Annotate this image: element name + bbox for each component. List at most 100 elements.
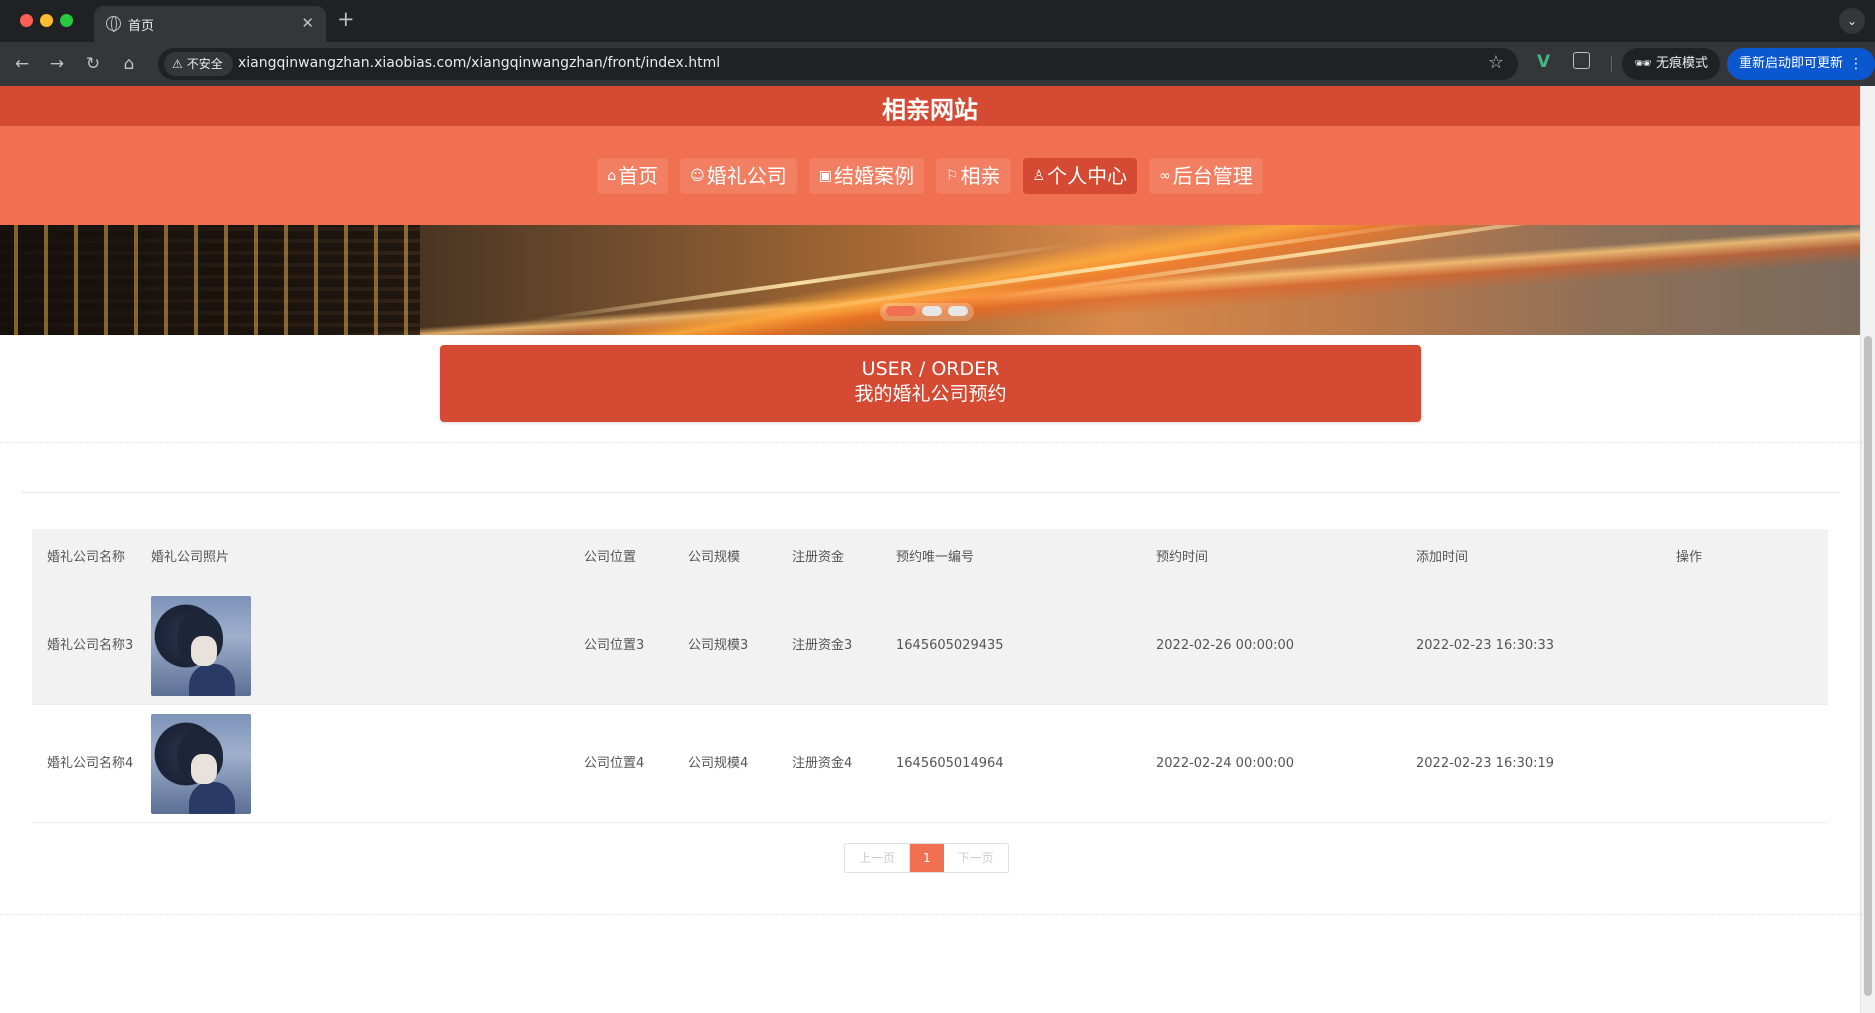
cell-company-scale: 公司规模4 [688,755,749,771]
nav-item-0[interactable]: ⌂ 首页 [597,158,669,194]
tab-search-chevron-icon[interactable]: ⌄ [1839,8,1865,34]
nav-item-label: 相亲 [960,164,1001,188]
globe-icon [106,16,121,32]
browser-toolbar: ← → ↻ ⌂ ⚠ 不安全 xiangqinwangzhan.xiaobias.c… [0,42,1875,86]
incognito-icon: 🕶 [1634,56,1652,72]
tab-title: 首页 [128,19,155,34]
maximize-window-button[interactable] [60,14,73,27]
cell-company-photo [136,705,569,822]
cell-reservation-time: 2022-02-24 00:00:00 [1156,755,1295,771]
cell-added-time: 2022-02-23 16:30:19 [1416,755,1555,771]
company-photo-image [151,713,251,814]
home-button-icon[interactable]: ⌂ [116,51,142,77]
table-row: 婚礼公司名称4 公司位置4 公司规模4 注册资金4 1645605014964 … [32,705,1828,823]
tab-close-icon[interactable]: ✕ [301,14,314,32]
cell-reservation-code: 1645605014964 [896,755,1004,771]
cell-reservation-time: 2022-02-26 00:00:00 [1156,637,1295,653]
cell-company-location: 公司位置4 [584,755,645,771]
carousel-indicators [880,303,974,321]
link-icon: ∞ [1159,168,1171,184]
site-title: 相亲网站 [882,96,978,124]
vue-devtools-extension-icon[interactable]: V [1537,52,1550,72]
nav-item-3[interactable]: ⚐ 相亲 [935,158,1011,194]
extensions-puzzle-icon[interactable] [1573,52,1590,69]
face-icon: ☺ [690,168,705,184]
carousel-dot[interactable] [922,306,942,316]
pagination: 上一页 1 下一页 [844,843,1009,873]
cell-company-name: 婚礼公司名称3 [47,637,134,653]
header-company-location: 公司位置 [584,550,637,565]
banner-carousel[interactable] [0,225,1860,335]
security-chip[interactable]: ⚠ 不安全 [164,52,233,76]
nav-item-1[interactable]: ☺ 婚礼公司 [680,158,797,194]
nav-item-5[interactable]: ∞ 后台管理 [1149,158,1263,194]
cell-company-name: 婚礼公司名称4 [47,755,134,771]
cell-registered-capital: 注册资金4 [792,755,853,771]
table-header-row: 婚礼公司名称 婚礼公司照片 公司位置 公司规模 注册资金 预约唯一编号 预约时间… [32,529,1828,587]
cell-company-photo [136,587,569,704]
section-title-cn: 我的婚礼公司预约 [854,383,1007,405]
cell-actions [1661,705,1828,822]
nav-item-2[interactable]: ▣ 结婚案例 [808,158,924,194]
company-photo-image [151,595,251,696]
more-vert-icon: ⋮ [1849,56,1863,72]
header-company-scale: 公司规模 [688,550,741,565]
banner-city-image [0,225,420,335]
back-arrow-icon[interactable]: ← [9,51,35,77]
gift-icon: ▣ [818,168,832,184]
nav-item-label: 首页 [618,164,659,188]
security-label: 不安全 [186,57,223,71]
update-label: 重新启动即可更新 [1739,56,1844,71]
new-tab-button[interactable]: + [337,8,355,30]
page-number-button[interactable]: 1 [910,844,944,872]
toolbar-divider [1611,56,1612,72]
section-title-box: USER / ORDER 我的婚礼公司预约 [440,345,1421,422]
nav-item-label: 个人中心 [1047,164,1128,188]
warning-icon: ⚠ [172,57,183,71]
header-reservation-code: 预约唯一编号 [896,550,975,565]
page-viewport: 相亲网站 ⌂ 首页 ☺ 婚礼公司 ▣ 结婚案例 ⚐ 相亲 ♙ 个人中心 ∞ 后台管理 USER / O… [0,86,1875,1013]
address-bar[interactable]: ⚠ 不安全 xiangqinwangzhan.xiaobias.com/xiang… [158,48,1518,80]
url-text[interactable]: xiangqinwangzhan.xiaobias.com/xiangqinwa… [238,55,720,71]
incognito-label: 无痕模式 [1656,56,1709,71]
browser-tab-strip: 首页 ✕ + ⌄ [0,0,1875,42]
site-header: 相亲网站 [0,86,1860,126]
section-title-en: USER / ORDER [861,358,1000,380]
flag-icon: ⚐ [945,168,959,184]
reload-icon[interactable]: ↻ [80,51,106,77]
home-icon: ⌂ [607,168,617,184]
nav-item-label: 后台管理 [1172,164,1253,188]
user-icon: ♙ [1032,168,1046,184]
scrollbar-thumb[interactable] [1864,336,1872,996]
cell-actions [1661,587,1828,704]
close-window-button[interactable] [20,14,33,27]
header-company-photo: 婚礼公司照片 [151,550,230,565]
cell-registered-capital: 注册资金3 [792,637,853,653]
header-reservation-time: 预约时间 [1156,550,1209,565]
main-navbar: ⌂ 首页 ☺ 婚礼公司 ▣ 结婚案例 ⚐ 相亲 ♙ 个人中心 ∞ 后台管理 [0,126,1860,225]
carousel-dot[interactable] [948,306,968,316]
incognito-indicator[interactable]: 🕶 无痕模式 [1622,48,1721,80]
order-table: 婚礼公司名称 婚礼公司照片 公司位置 公司规模 注册资金 预约唯一编号 预约时间… [32,529,1828,823]
page-scrollbar[interactable] [1860,86,1875,1013]
nav-list: ⌂ 首页 ☺ 婚礼公司 ▣ 结婚案例 ⚐ 相亲 ♙ 个人中心 ∞ 后台管理 [0,158,1860,194]
forward-arrow-icon[interactable]: → [44,51,70,77]
next-page-button[interactable]: 下一页 [944,844,1008,872]
table-row: 婚礼公司名称3 公司位置3 公司规模3 注册资金3 1645605029435 … [32,587,1828,705]
prev-page-button[interactable]: 上一页 [845,844,911,872]
cell-reservation-code: 1645605029435 [896,637,1004,653]
browser-tab-active[interactable]: 首页 ✕ [94,6,326,42]
card-divider [22,492,1840,493]
nav-item-label: 婚礼公司 [706,164,787,188]
minimize-window-button[interactable] [40,14,53,27]
relaunch-update-button[interactable]: 重新启动即可更新 ⋮ [1727,48,1875,80]
header-added-time: 添加时间 [1416,550,1469,565]
header-actions: 操作 [1676,550,1703,565]
cell-company-location: 公司位置3 [584,637,645,653]
bookmark-star-icon[interactable]: ☆ [1488,52,1504,73]
nav-item-label: 结婚案例 [833,164,914,188]
nav-item-4[interactable]: ♙ 个人中心 [1022,158,1138,194]
cell-company-scale: 公司规模3 [688,637,749,653]
carousel-dot[interactable] [886,306,916,316]
cell-added-time: 2022-02-23 16:30:33 [1416,637,1555,653]
